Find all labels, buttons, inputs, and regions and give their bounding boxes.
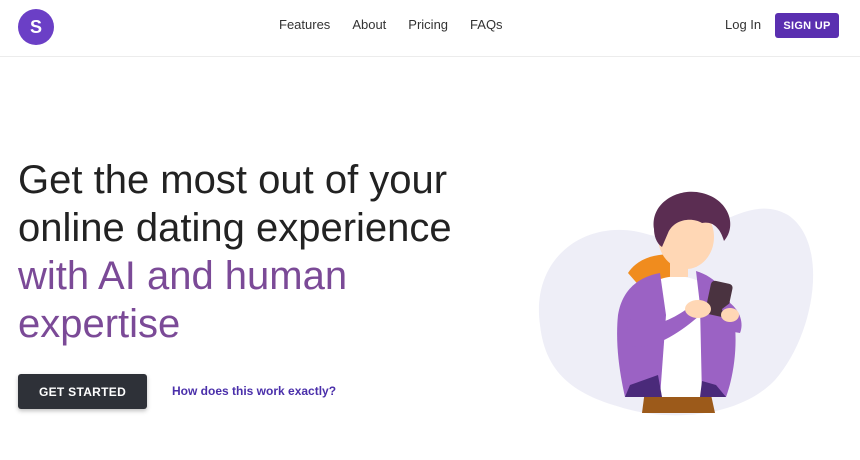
nav-link-features[interactable]: Features xyxy=(279,17,330,32)
logo[interactable]: S xyxy=(18,9,54,45)
login-link[interactable]: Log In xyxy=(725,17,761,32)
person-with-phone-illustration xyxy=(538,191,814,416)
get-started-button[interactable]: GET STARTED xyxy=(18,374,147,409)
how-it-works-link[interactable]: How does this work exactly? xyxy=(172,384,336,398)
hero-title: Get the most out of your online dating e… xyxy=(18,156,518,348)
nav-link-pricing[interactable]: Pricing xyxy=(408,17,448,32)
nav-link-faqs[interactable]: FAQs xyxy=(470,17,503,32)
hero-title-accent: with AI and human expertise xyxy=(18,254,348,346)
nav-links: Features About Pricing FAQs xyxy=(279,17,503,32)
hero-title-main: Get the most out of your online dating e… xyxy=(18,158,452,250)
nav-link-about[interactable]: About xyxy=(352,17,386,32)
navbar: S Features About Pricing FAQs Log In SIG… xyxy=(0,0,860,57)
signup-button[interactable]: SIGN UP xyxy=(775,13,839,38)
